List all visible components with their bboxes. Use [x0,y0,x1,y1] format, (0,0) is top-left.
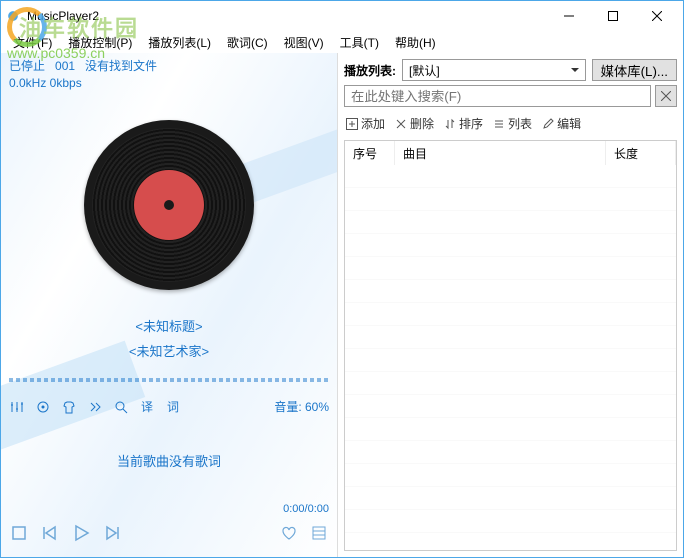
menu-tools[interactable]: 工具(T) [334,32,385,53]
track-index: 001 [55,59,75,73]
edit-button[interactable]: 编辑 [542,115,581,132]
table-body [345,165,676,550]
sort-button[interactable]: 排序 [444,115,483,132]
playlist-label: 播放列表: [344,62,396,79]
equalizer-icon[interactable] [9,399,25,415]
prev-button[interactable] [41,525,57,541]
menu-help[interactable]: 帮助(H) [389,32,442,53]
track-table[interactable]: 序号 曲目 长度 [344,140,677,551]
column-seq[interactable]: 序号 [345,141,395,166]
double-arrow-icon[interactable] [87,399,103,415]
window-title: MusicPlayer2 [27,9,547,23]
bitrate-info: 0.0kHz 0kbps [9,76,329,90]
lyric-display: 当前歌曲没有歌词 [9,419,329,501]
now-playing-pane: 已停止 001 没有找到文件 0.0kHz 0kbps <未知标题> <未知艺术… [1,53,337,557]
list-button[interactable]: 列表 [493,115,532,132]
player-controls [9,517,329,553]
menu-playlist[interactable]: 播放列表(L) [142,32,217,53]
playlist-toolbar: 添加 删除 排序 列表 编辑 [344,111,677,136]
lyric-button[interactable]: 词 [165,399,181,415]
playlist-select[interactable]: [默认] [402,59,586,81]
clear-search-button[interactable] [655,85,677,107]
time-display: 0:00/0:00 [9,501,329,517]
title-bar: MusicPlayer2 [1,1,683,31]
divider [9,378,329,382]
maximize-button[interactable] [591,1,635,31]
menu-play-control[interactable]: 播放控制(P) [62,32,138,53]
delete-button[interactable]: 删除 [395,115,434,132]
search-input[interactable] [344,85,651,107]
close-button[interactable] [635,1,679,31]
add-button[interactable]: 添加 [346,115,385,132]
status-message: 没有找到文件 [85,57,157,74]
track-title: <未知标题> [9,316,329,335]
play-button[interactable] [71,523,91,543]
menu-bar: 文件(F) 播放控制(P) 播放列表(L) 歌词(C) 视图(V) 工具(T) … [1,31,683,53]
column-track[interactable]: 曲目 [395,141,606,166]
favorite-button[interactable] [281,525,297,541]
menu-file[interactable]: 文件(F) [7,32,58,53]
menu-lyrics[interactable]: 歌词(C) [221,32,274,53]
shirt-icon[interactable] [61,399,77,415]
app-icon [5,8,21,24]
play-state: 已停止 [9,57,45,74]
search-icon[interactable] [113,399,129,415]
library-icon[interactable] [311,525,327,541]
menu-view[interactable]: 视图(V) [278,32,330,53]
playlist-pane: 播放列表: [默认] 媒体库(L)... 添加 删除 排序 列表 编辑 序号 曲… [337,53,683,557]
minimize-button[interactable] [547,1,591,31]
track-artist: <未知艺术家> [9,341,329,360]
media-library-button[interactable]: 媒体库(L)... [592,59,677,81]
volume-label[interactable]: 音量: 60% [274,398,329,415]
translate-button[interactable]: 译 [139,399,155,415]
album-art[interactable] [84,120,254,290]
stop-button[interactable] [11,525,27,541]
settings-icon[interactable] [35,399,51,415]
next-button[interactable] [105,525,121,541]
column-length[interactable]: 长度 [606,141,676,166]
